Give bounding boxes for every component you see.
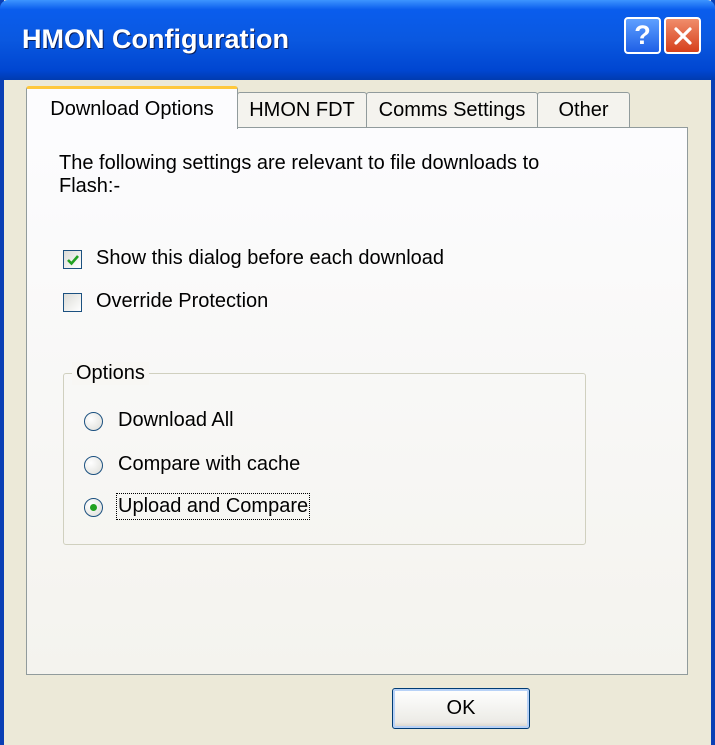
description-text-line1: The following settings are relevant to f… — [59, 152, 540, 174]
override-protection-label[interactable]: Override Protection — [96, 290, 268, 313]
help-button[interactable]: ? — [624, 17, 661, 54]
dialog-window: HMON Configuration ? Download Options HM… — [0, 0, 715, 745]
show-dialog-checkbox[interactable] — [63, 250, 82, 269]
checkmark-icon — [67, 255, 79, 266]
close-icon — [673, 26, 692, 45]
window-title: HMON Configuration — [22, 24, 289, 54]
options-group-label: Options — [72, 362, 149, 385]
tab-download-options[interactable]: Download Options — [26, 86, 238, 129]
help-icon: ? — [634, 20, 651, 50]
tab-label: Other — [558, 99, 609, 121]
tab-label: Download Options — [50, 97, 214, 120]
upload-and-compare-radio[interactable] — [84, 498, 103, 517]
close-button[interactable] — [664, 17, 701, 54]
tab-label: Comms Settings — [378, 99, 526, 121]
download-all-radio[interactable] — [84, 412, 103, 431]
ok-button-label: OK — [446, 697, 476, 719]
ok-button[interactable]: OK — [392, 688, 530, 729]
tab-other[interactable]: Other — [537, 92, 630, 128]
download-all-label[interactable]: Download All — [118, 409, 234, 432]
compare-with-cache-radio[interactable] — [84, 456, 103, 475]
override-protection-checkbox[interactable] — [63, 293, 82, 312]
tab-hmon-fdt[interactable]: HMON FDT — [237, 92, 367, 128]
compare-with-cache-label[interactable]: Compare with cache — [118, 453, 300, 476]
upload-and-compare-label[interactable]: Upload and Compare — [115, 493, 311, 520]
description-text-line2: Flash:- — [59, 175, 121, 197]
title-bar[interactable]: HMON Configuration ? — [0, 0, 715, 80]
tab-label: HMON FDT — [249, 99, 355, 121]
tab-comms-settings[interactable]: Comms Settings — [366, 92, 538, 128]
radio-selected-dot — [90, 504, 97, 511]
tab-bar: Download Options HMON FDT Comms Settings… — [26, 86, 686, 129]
show-dialog-label[interactable]: Show this dialog before each download — [96, 247, 444, 270]
